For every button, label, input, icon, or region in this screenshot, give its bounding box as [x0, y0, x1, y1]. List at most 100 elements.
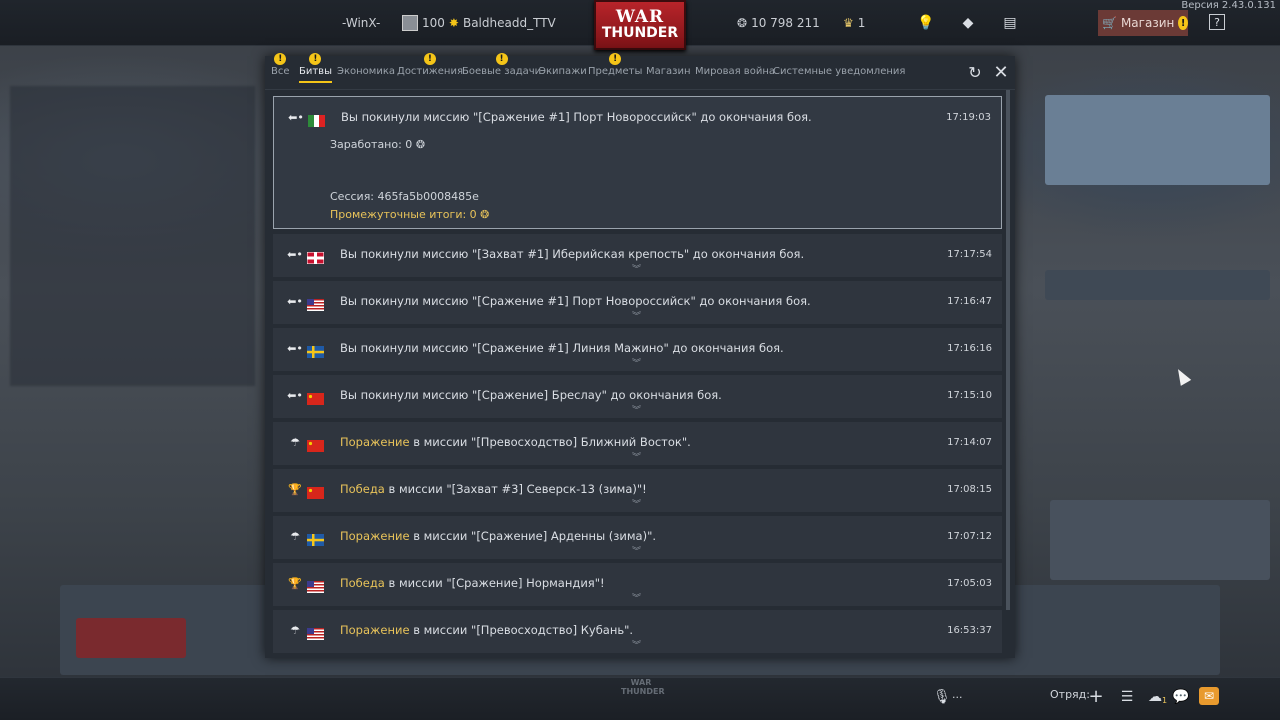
background-block [76, 618, 186, 658]
expand-chevron-icon[interactable]: ︾ [632, 360, 641, 369]
golden-eagles-value: 1 [857, 16, 866, 30]
notification-row[interactable]: ⬅• Вы покинули миссию "[Сражение #1] Лини… [273, 328, 1002, 371]
notification-row[interactable]: ⬅• Вы покинули миссию "[Сражение #1] Порт… [273, 281, 1002, 324]
tab-8[interactable]: Мировая война [695, 66, 775, 77]
notification-message: Вы покинули миссию "[Сражение #1] Порт Н… [341, 110, 812, 124]
notification-text: в миссии "[Превосходство] Кубань". [409, 623, 634, 637]
notification-text: в миссии "[Сражение] Нормандия"! [384, 576, 605, 590]
mail-icon[interactable]: ✉ [1199, 687, 1219, 705]
friends-count: 1 [1162, 696, 1168, 705]
player-name[interactable]: -WinX- [342, 0, 380, 46]
notification-row[interactable]: 🏆 Победа в миссии "[Сражение] Нормандия"!… [273, 563, 1002, 606]
expand-chevron-icon[interactable]: ︾ [632, 313, 641, 322]
usa-flag [307, 625, 324, 640]
notification-row[interactable]: ⬅• Вы покинули миссию "[Сражение] Бреслау… [273, 375, 1002, 418]
tab-3[interactable]: Достижения! [397, 53, 463, 77]
warning-icon: ! [274, 53, 287, 65]
tab-label: Все [271, 66, 290, 77]
tab-7[interactable]: Магазин [646, 66, 691, 77]
notification-message: Поражение в миссии "[Превосходство] Куба… [340, 623, 633, 637]
trophy-icon: 🏆 [288, 483, 302, 496]
battle-result: Победа [340, 576, 385, 590]
leave-icon: ⬅• [287, 295, 303, 308]
expand-chevron-icon[interactable]: ︾ [632, 454, 641, 463]
notification-row[interactable]: ☂ Поражение в миссии "[Сражение] Арденны … [273, 516, 1002, 559]
tab-label: Системные уведомления [773, 66, 906, 77]
expand-chevron-icon[interactable]: ︾ [632, 501, 641, 510]
battle-result: Поражение [340, 435, 410, 449]
tab-6[interactable]: Предметы! [588, 53, 643, 77]
tab-0[interactable]: Все! [271, 53, 290, 77]
notification-row[interactable]: ☂ Поражение в миссии "[Превосходство] Куб… [273, 610, 1002, 653]
notification-row[interactable]: 🏆 Победа в миссии "[Захват #3] Северск-13… [273, 469, 1002, 512]
avatar [402, 15, 418, 31]
tab-2[interactable]: Экономика [337, 66, 395, 77]
notification-text: Вы покинули миссию "[Сражение] Бреслау" … [340, 388, 722, 402]
warning-icon: ! [495, 53, 508, 65]
notification-row[interactable]: ⬅• Вы покинули миссию "[Сражение #1] Порт… [273, 96, 1002, 229]
tab-label: Достижения [397, 66, 463, 77]
bottom-logo: WAR THUNDER [621, 678, 665, 700]
background-panel-left [10, 86, 255, 386]
player-profile[interactable]: 100 ✸ Baldheadd_TTV [402, 0, 556, 46]
notification-message: Поражение в миссии "[Превосходство] Ближ… [340, 435, 691, 449]
china-flag [307, 437, 324, 452]
leave-icon: ⬅• [287, 342, 303, 355]
silver-lions-value: 10 798 211 [751, 16, 820, 30]
tab-label: Мировая война [695, 66, 775, 77]
war-thunder-logo[interactable]: WAR THUNDER [594, 0, 686, 50]
bottom-bar: WAR THUNDER 🎙 ... Отряд: + ☰ ☁ 1 💬 ✉ [0, 677, 1280, 720]
tab-label: Боевые задачи [462, 66, 542, 77]
ticket-icon[interactable]: ▤ [1001, 14, 1019, 32]
silver-lions-balance[interactable]: ❂ 10 798 211 [737, 0, 820, 46]
notification-time: 17:14:07 [947, 437, 992, 448]
emblem-icon[interactable]: ◆ [959, 14, 977, 32]
expand-chevron-icon[interactable]: ︾ [632, 548, 641, 557]
notification-row[interactable]: ☂ Поражение в миссии "[Превосходство] Бли… [273, 422, 1002, 465]
expand-chevron-icon[interactable]: ︾ [632, 642, 641, 651]
expand-chevron-icon[interactable]: ︾ [632, 407, 641, 416]
notification-message: Вы покинули миссию "[Сражение] Бреслау" … [340, 388, 722, 402]
notification-time: 17:05:03 [947, 578, 992, 589]
list-icon[interactable]: ☰ [1118, 688, 1136, 706]
tab-4[interactable]: Боевые задачи! [462, 53, 542, 77]
add-squad-icon[interactable]: + [1087, 688, 1105, 706]
chat-icon[interactable]: 💬 [1172, 688, 1190, 706]
voice-status: ... [952, 688, 963, 701]
expand-chevron-icon[interactable]: ︾ [632, 266, 641, 275]
silver-lions-icon: ❂ [737, 16, 748, 30]
tab-9[interactable]: Системные уведомления [773, 66, 905, 77]
parachute-icon: ☂ [290, 530, 300, 543]
battle-result: Победа [340, 482, 385, 496]
notification-time: 17:07:12 [947, 531, 992, 542]
close-icon[interactable]: ✕ [991, 63, 1011, 83]
trophy-icon: 🏆 [288, 577, 302, 590]
notification-time: 17:16:16 [947, 343, 992, 354]
usa-flag [307, 578, 324, 593]
leave-icon: ⬅• [287, 248, 303, 261]
help-icon[interactable]: ? [1209, 14, 1225, 30]
notification-message: Победа в миссии "[Захват #3] Северск-13 … [340, 482, 647, 496]
tab-5[interactable]: Экипажи [539, 66, 587, 77]
scrollbar[interactable] [1006, 90, 1010, 610]
shop-button[interactable]: 🛒 Магазин ! [1098, 10, 1188, 36]
uk-flag [306, 249, 325, 265]
golden-eagles-balance[interactable]: ♛ 1 [843, 0, 865, 46]
golden-eagles-icon: ♛ [843, 16, 854, 30]
china-flag [307, 390, 324, 405]
notification-message: Поражение в миссии "[Сражение] Арденны (… [340, 529, 656, 543]
refresh-icon[interactable]: ↻ [965, 63, 985, 83]
bottom-logo-thunder: THUNDER [621, 687, 665, 696]
microphone-icon[interactable]: 🎙 [933, 688, 951, 706]
interim-text: Промежуточные итоги: 0 [330, 208, 477, 221]
notification-row[interactable]: ⬅• Вы покинули миссию "[Захват #1] Иберий… [273, 234, 1002, 277]
italy-flag [308, 112, 325, 127]
tab-label: Предметы [588, 66, 643, 77]
background-block [1045, 270, 1270, 300]
notification-text: в миссии "[Захват #3] Северск-13 (зима)"… [384, 482, 647, 496]
background-block [1045, 95, 1270, 185]
notification-time: 17:15:10 [947, 390, 992, 401]
tab-1[interactable]: Битвы! [299, 53, 332, 83]
expand-chevron-icon[interactable]: ︾ [632, 595, 641, 604]
lightbulb-icon[interactable]: 💡 [917, 14, 935, 32]
